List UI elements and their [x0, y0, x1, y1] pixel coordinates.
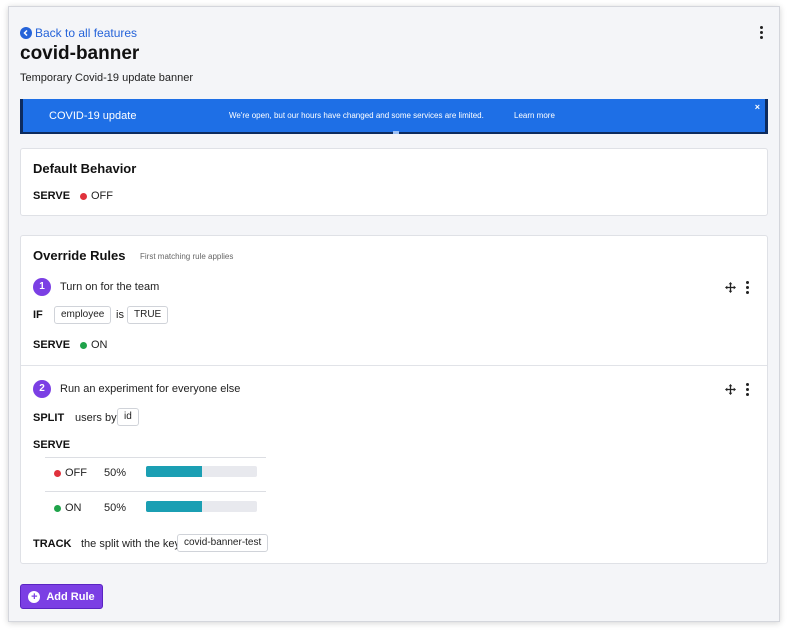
off-status-dot: [54, 469, 61, 477]
add-rule-button[interactable]: + Add Rule: [20, 584, 103, 609]
operator-text: is: [116, 309, 124, 321]
rule-options-icon[interactable]: [744, 281, 750, 295]
page-title: covid-banner: [20, 43, 140, 64]
banner-message: We're open, but our hours have changed a…: [229, 111, 484, 120]
drag-move-icon[interactable]: [725, 282, 736, 293]
banner-close-icon[interactable]: ×: [755, 102, 760, 112]
split-attribute-chip[interactable]: id: [117, 408, 139, 426]
page-description: Temporary Covid-19 update banner: [20, 72, 194, 84]
variation-percent: 50%: [104, 467, 127, 479]
on-status-dot: [54, 504, 61, 512]
banner-pointer: [393, 131, 399, 134]
override-rules-card: Override Rules First matching rule appli…: [20, 235, 768, 564]
back-link[interactable]: Back to all features: [20, 26, 137, 40]
default-serve-text: OFF: [91, 190, 113, 202]
variation-bar[interactable]: [146, 466, 257, 477]
add-rule-label: Add Rule: [46, 590, 95, 603]
rule-name: Run an experiment for everyone else: [60, 383, 241, 395]
rule-serve-text: ON: [91, 339, 108, 351]
if-label: IF: [33, 309, 43, 321]
default-serve-value: OFF: [80, 190, 113, 202]
banner-title: COVID-19 update: [49, 110, 137, 122]
attribute-chip[interactable]: employee: [54, 306, 112, 324]
drag-move-icon[interactable]: [725, 384, 736, 395]
value-chip[interactable]: TRUE: [127, 306, 169, 324]
rule-serve-value: ON: [80, 339, 108, 351]
default-behavior-heading: Default Behavior: [33, 161, 137, 176]
on-status-dot: [80, 341, 87, 349]
chevron-left-circle-icon: [20, 27, 32, 39]
split-divider: [45, 457, 266, 458]
feature-detail-panel: Back to all features covid-banner Tempor…: [8, 6, 780, 622]
variation-bar-fill: [146, 501, 202, 512]
default-behavior-card: Default Behavior SERVE OFF: [20, 148, 768, 216]
track-label: TRACK: [33, 538, 72, 550]
variation-percent: 50%: [104, 502, 127, 514]
rule-divider: [21, 365, 767, 366]
banner-learn-more-link[interactable]: Learn more: [514, 111, 555, 120]
off-status-dot: [80, 192, 87, 200]
plus-circle-icon: +: [28, 590, 41, 603]
variation-bar[interactable]: [146, 501, 257, 512]
override-rules-subtitle: First matching rule applies: [140, 252, 234, 261]
track-key-chip[interactable]: covid-banner-test: [177, 534, 269, 552]
track-text: the split with the key: [81, 538, 181, 550]
rule-number-badge: 2: [33, 380, 51, 398]
rule-number-badge: 1: [33, 278, 51, 296]
variation-bar-fill: [146, 466, 202, 477]
serve-label: SERVE: [33, 439, 71, 451]
split-divider: [45, 491, 266, 492]
split-label: SPLIT: [33, 412, 65, 424]
serve-label: SERVE: [33, 190, 71, 202]
variation-name: ON: [54, 502, 82, 514]
more-options-icon[interactable]: [756, 26, 766, 42]
back-link-label: Back to all features: [35, 26, 138, 40]
rule-name: Turn on for the team: [60, 281, 160, 293]
variation-name: OFF: [54, 467, 87, 479]
serve-label: SERVE: [33, 339, 71, 351]
override-rules-heading: Override Rules: [33, 248, 126, 263]
rule-options-icon[interactable]: [744, 383, 750, 397]
covid-banner-preview: COVID-19 update We're open, but our hour…: [20, 99, 768, 134]
split-text: users by: [75, 412, 117, 424]
